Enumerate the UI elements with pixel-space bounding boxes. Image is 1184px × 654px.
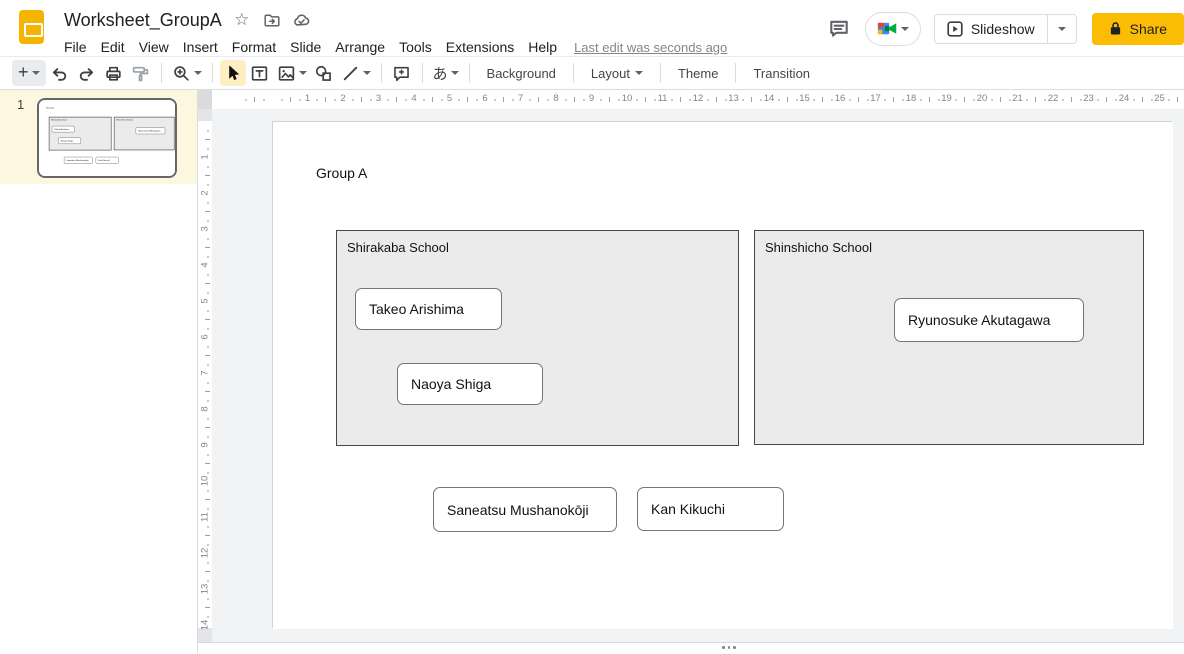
menu-insert[interactable]: Insert [176, 37, 225, 57]
toolbar-separator [161, 63, 162, 83]
toolbar-separator [660, 63, 661, 83]
line-icon [341, 64, 360, 83]
slide-thumbnail[interactable]: Group A Shirakaba School Shinshicho Scho… [37, 98, 177, 178]
undo-button[interactable] [47, 60, 73, 86]
menu-arrange[interactable]: Arrange [328, 37, 392, 57]
menu-slide[interactable]: Slide [283, 37, 328, 57]
menu-view[interactable]: View [132, 37, 176, 57]
toolbar-separator [573, 63, 574, 83]
menu-help[interactable]: Help [521, 37, 564, 57]
paint-roller-icon [131, 64, 150, 83]
redo-icon [77, 64, 96, 83]
background-button[interactable]: Background [477, 61, 566, 85]
chevron-down-icon [451, 71, 459, 75]
menu-extensions[interactable]: Extensions [439, 37, 521, 57]
document-title[interactable]: Worksheet_GroupA [64, 10, 222, 31]
chevron-down-icon [363, 71, 371, 75]
slide-canvas[interactable]: Group A Shirakaba School Shinshicho Scho… [272, 121, 1172, 628]
move-to-folder-icon[interactable] [262, 10, 282, 30]
cloud-saved-icon[interactable] [292, 10, 312, 30]
slide-number: 1 [17, 97, 24, 112]
group-box-shirakaba[interactable]: Shirakaba School [336, 230, 739, 446]
menu-edit[interactable]: Edit [94, 37, 132, 57]
theme-button[interactable]: Theme [668, 61, 728, 85]
toolbar-separator [469, 63, 470, 83]
new-slide-button[interactable]: + [12, 60, 46, 86]
insert-image-button[interactable] [274, 60, 310, 86]
present-icon [947, 21, 963, 37]
insert-shape-button[interactable] [311, 60, 337, 86]
text-box-icon [250, 64, 269, 83]
print-icon [104, 64, 123, 83]
cursor-icon [224, 64, 242, 82]
chevron-down-icon [635, 71, 643, 75]
name-card-ryunosuke-akutagawa[interactable]: Ryunosuke Akutagawa [894, 298, 1084, 342]
comments-button[interactable] [826, 16, 852, 42]
chevron-down-icon [299, 71, 307, 75]
slideshow-button[interactable]: Slideshow [934, 14, 1047, 44]
zoom-in-icon [172, 64, 191, 83]
ruler-corner [198, 90, 212, 109]
chevron-down-icon [32, 71, 40, 75]
menu-format[interactable]: Format [225, 37, 283, 57]
group-box-label: Shirakaba School [337, 231, 738, 264]
plus-icon: + [18, 63, 29, 81]
meet-call-button[interactable] [865, 12, 921, 46]
slide-thumbnail-row[interactable]: 1 Group A Shirakaba School Shinshicho Sc… [0, 90, 197, 184]
name-card-naoya-shiga[interactable]: Naoya Shiga [397, 363, 543, 405]
layout-button[interactable]: Layout [581, 61, 653, 85]
lock-icon [1109, 21, 1122, 36]
horizontal-ruler: 1234567891011121314151617181920212223242… [198, 90, 1184, 109]
toolbar-separator [422, 63, 423, 83]
toolbar: + [0, 57, 1184, 90]
select-tool-button[interactable] [220, 60, 246, 86]
editing-canvas-area: 1234567891011121314151617181920212223242… [198, 90, 1184, 653]
undo-icon [50, 64, 69, 83]
chevron-down-icon [1058, 27, 1066, 31]
slides-logo-icon[interactable] [19, 10, 44, 44]
slide-heading-text[interactable]: Group A [316, 165, 367, 181]
insert-comment-button[interactable] [389, 60, 415, 86]
shapes-icon [314, 64, 333, 83]
slide-filmstrip: 1 Group A Shirakaba School Shinshicho Sc… [0, 90, 198, 653]
toolbar-separator [381, 63, 382, 83]
notes-resize-handle[interactable] [722, 646, 736, 649]
vertical-ruler: 1234567891011121314 [198, 109, 212, 642]
comment-add-icon [392, 64, 411, 83]
menu-bar: File Edit View Insert Format Slide Arran… [57, 35, 727, 59]
chevron-down-icon [194, 71, 202, 75]
menu-file[interactable]: File [57, 37, 94, 57]
group-box-label: Shinshicho School [755, 231, 1143, 264]
app-header: Worksheet_GroupA ☆ File Edit View Insert… [0, 0, 1184, 57]
share-button[interactable]: Share [1092, 13, 1184, 45]
toolbar-separator [735, 63, 736, 83]
input-tools-icon: あ [433, 63, 448, 84]
speaker-notes-divider [198, 642, 1184, 653]
name-card-takeo-arishima[interactable]: Takeo Arishima [355, 288, 502, 330]
print-button[interactable] [101, 60, 127, 86]
toolbar-separator [212, 63, 213, 83]
text-box-button[interactable] [247, 60, 273, 86]
star-icon[interactable]: ☆ [232, 10, 252, 30]
transition-button[interactable]: Transition [743, 61, 820, 85]
last-edit-status[interactable]: Last edit was seconds ago [574, 40, 727, 55]
paint-format-button[interactable] [128, 60, 154, 86]
meet-icon [877, 20, 898, 37]
insert-line-button[interactable] [338, 60, 374, 86]
redo-button[interactable] [74, 60, 100, 86]
chevron-down-icon [901, 27, 909, 31]
slideshow-options-button[interactable] [1047, 14, 1077, 44]
name-card-kan-kikuchi[interactable]: Kan Kikuchi [637, 487, 784, 531]
comment-icon [828, 18, 850, 40]
zoom-button[interactable] [169, 60, 205, 86]
name-card-saneatsu-mushanokoji[interactable]: Saneatsu Mushanokōji [433, 487, 617, 532]
menu-tools[interactable]: Tools [392, 37, 439, 57]
image-icon [277, 64, 296, 83]
input-tools-button[interactable]: あ [430, 60, 462, 86]
